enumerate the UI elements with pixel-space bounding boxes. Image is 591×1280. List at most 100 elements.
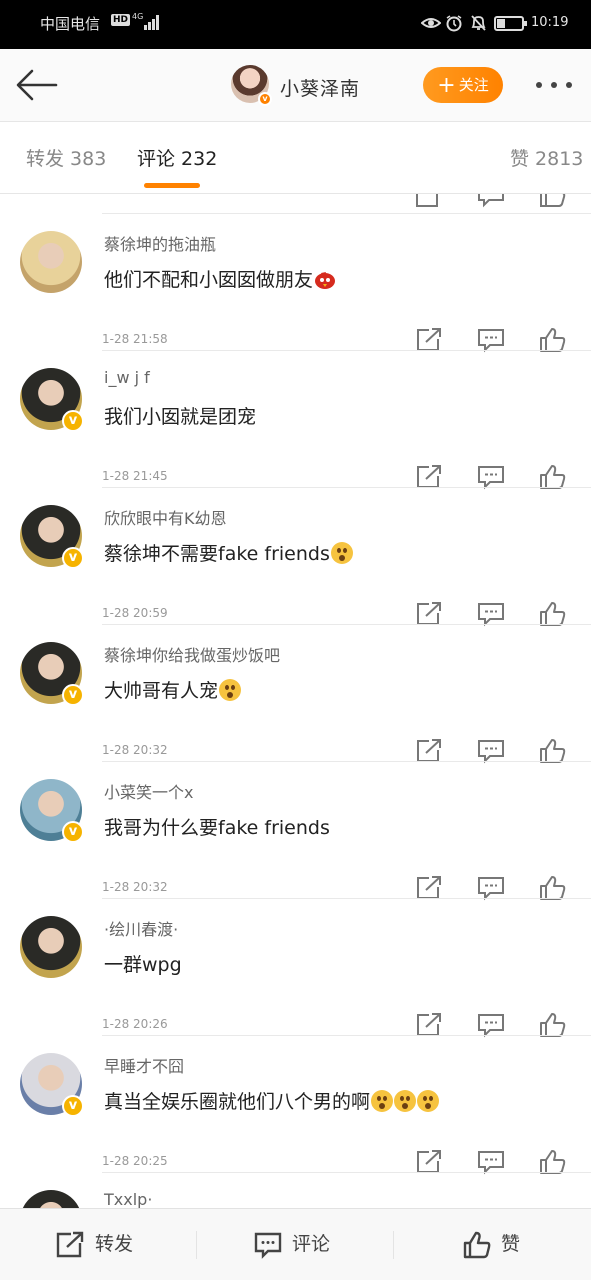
comment-label: 评论 [292,1233,331,1255]
thinking-emoji-icon [330,542,353,564]
top-nav: v 小葵泽南 + 关注 [0,49,591,122]
commenter-avatar[interactable]: v [20,779,84,843]
mute-icon [471,15,486,31]
clock: 10:19 [531,15,569,30]
divider [102,213,591,214]
comment-list[interactable]: 蔡徐坤的拖油瓶他们不配和小囡囡做朋友 1-28 21:58 v i_w j f 我们小囡… [0,194,591,1208]
comment-time: 1-28 20:32 [102,743,168,757]
comment-text: 我哥为什么要fake friends [104,813,330,840]
verified-badge: v [62,1095,84,1117]
previous-comment-actions [0,194,591,214]
follow-label: 关注 [458,76,489,94]
commenter-name[interactable]: ·绘川春渡· [104,916,178,940]
divider [102,350,591,351]
more-dot-icon [566,82,572,88]
comment-time: 1-28 20:59 [102,606,168,620]
tab-bar: 转发 383 评论 232 赞 2813 [0,122,591,194]
more-dot-icon [536,82,542,88]
verified-badge: v [62,547,84,569]
divider [196,1231,197,1259]
repost-button[interactable]: 转发 [55,1209,155,1280]
author-avatar[interactable]: v [231,65,272,106]
like-button[interactable]: 赞 [463,1209,543,1280]
commenter-avatar[interactable]: v [20,642,84,706]
commenter-name[interactable]: 早睡才不囧 [104,1053,184,1077]
comment-text-content: 一群wpg [104,954,182,976]
author-name[interactable]: 小葵泽南 [280,74,360,101]
surprised-emoji-icon [417,1090,440,1112]
divider [393,1231,394,1259]
comment-item[interactable]: v 小菜笑一个x 我哥为什么要fake friends 1-28 20:32 [0,761,591,901]
comment-item[interactable]: v 欣欣眼中有K幼恩蔡徐坤不需要fake friends 1-28 20:59 [0,487,591,627]
back-button[interactable] [14,67,58,103]
comment-text-content: 真当全娱乐圈就他们八个男的啊 [104,1091,371,1113]
comment-text-content: 我们小囡就是团宠 [104,406,257,428]
commenter-name[interactable]: 小菜笑一个x [104,779,193,803]
alarm-icon [446,15,462,32]
comment-icon [254,1232,282,1259]
commenter-avatar[interactable] [20,231,82,293]
verified-badge: v [62,684,84,706]
comment-text: 我们小囡就是团宠 [104,402,256,429]
comment-text: 真当全娱乐圈就他们八个男的啊 [104,1087,440,1114]
comment-text: 大帅哥有人宠 [104,676,242,703]
repost-icon [56,1231,84,1258]
back-arrow-icon [16,69,58,101]
comment-item[interactable]: v 早睡才不囧真当全娱乐圈就他们八个男的啊 1-28 20:25 [0,1035,591,1175]
bottom-action-bar: 转发 评论 赞 [0,1208,591,1280]
comment-text: 一群wpg [104,950,182,977]
comment-text: 他们不配和小囡囡做朋友 [104,265,337,292]
divider [102,898,591,899]
commenter-name[interactable]: i_w j f [104,368,150,387]
more-button[interactable] [534,73,574,97]
comment-text-content: 大帅哥有人宠 [104,680,219,702]
divider [102,487,591,488]
comment-time: 1-28 20:32 [102,880,168,894]
signal-icon [144,14,162,30]
comment-time: 1-28 20:26 [102,1017,168,1031]
commenter-avatar[interactable] [20,1190,82,1208]
commenter-avatar[interactable]: v [20,368,84,432]
commenter-name[interactable]: 欣欣眼中有K幼恩 [104,505,227,529]
tab-repost[interactable]: 转发 383 [26,144,106,171]
comment-time: 1-28 20:25 [102,1154,168,1168]
comment-item[interactable]: v i_w j f 我们小囡就是团宠 1-28 21:45 [0,350,591,490]
repost-label: 转发 [95,1233,134,1255]
comment-text-content: 他们不配和小囡囡做朋友 [104,269,314,291]
verified-badge: v [258,92,272,106]
commenter-name[interactable]: Txxlp· [104,1190,152,1208]
eye-icon [421,18,441,28]
commenter-name[interactable]: 蔡徐坤的拖油瓶 [104,231,216,255]
follow-button[interactable]: + 关注 [423,67,503,103]
comment-item[interactable]: 蔡徐坤的拖油瓶他们不配和小囡囡做朋友 1-28 21:58 [0,213,591,353]
surprised-emoji-icon [371,1090,394,1112]
divider [102,761,591,762]
status-bar: 中国电信 HD 4G 10:19 [0,0,591,49]
comment-button[interactable]: 评论 [254,1209,354,1280]
tab-comments[interactable]: 评论 232 [137,144,217,171]
comment-time: 1-28 21:58 [102,332,168,346]
divider [102,1035,591,1036]
verified-badge: v [62,410,84,432]
shy-emoji-icon [219,679,242,701]
comment-text: 蔡徐坤不需要fake friends [104,539,353,566]
commenter-name[interactable]: 蔡徐坤你给我做蛋炒饭吧 [104,642,280,666]
comment-text-content: 蔡徐坤不需要fake friends [104,543,330,565]
commenter-avatar[interactable]: v [20,505,84,569]
comment-item[interactable]: v 蔡徐坤你给我做蛋炒饭吧 大帅哥有人宠 1-28 20:32 [0,624,591,764]
verified-badge: v [62,821,84,843]
commenter-avatar[interactable]: v [20,1053,84,1117]
plus-icon: + [437,73,456,98]
hd-badge: HD [111,14,131,26]
network-label: 4G [132,12,144,21]
comment-text-content: 我哥为什么要fake friends [104,817,330,839]
tab-likes[interactable]: 赞 2813 [510,144,583,171]
comment-item[interactable]: ·绘川春渡· 一群wpg 1-28 20:26 [0,898,591,1038]
like-label: 赞 [501,1233,521,1255]
comment-time: 1-28 21:45 [102,469,168,483]
comment-item[interactable]: Txxlp· [0,1172,591,1208]
commenter-avatar[interactable] [20,916,82,978]
battery-icon [494,16,527,31]
more-dot-icon [551,82,557,88]
surprised-emoji-icon [394,1090,417,1112]
